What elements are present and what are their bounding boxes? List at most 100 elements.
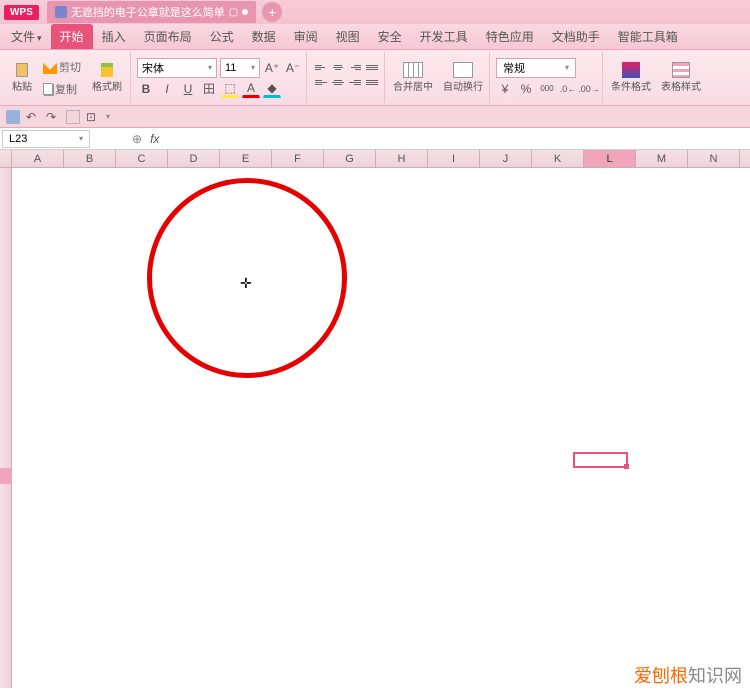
- underline-button[interactable]: U: [179, 80, 197, 98]
- align-group: [309, 52, 385, 103]
- qat-dropdown[interactable]: ▾: [106, 112, 110, 121]
- col-header-D[interactable]: D: [168, 150, 220, 167]
- wps-logo: WPS: [4, 5, 39, 20]
- merge-icon: [403, 62, 423, 78]
- selected-cell[interactable]: [573, 452, 628, 468]
- col-header-E[interactable]: E: [220, 150, 272, 167]
- fill-color-button[interactable]: ⬚: [221, 80, 239, 98]
- format-painter-button[interactable]: 格式刷: [88, 61, 126, 95]
- indent-increase[interactable]: [364, 78, 380, 92]
- col-header-F[interactable]: F: [272, 150, 324, 167]
- add-tab-button[interactable]: +: [262, 2, 282, 22]
- align-top-left[interactable]: [313, 63, 329, 77]
- percent-button[interactable]: %: [517, 80, 535, 98]
- increase-font-button[interactable]: A⁺: [263, 59, 281, 77]
- align-left[interactable]: [313, 78, 329, 92]
- col-header-I[interactable]: I: [428, 150, 480, 167]
- grid[interactable]: ✛: [12, 168, 750, 688]
- menu-security[interactable]: 安全: [369, 24, 411, 49]
- merge-center-button[interactable]: 合并居中: [391, 60, 435, 95]
- select-all-corner[interactable]: [0, 150, 12, 167]
- indent-decrease[interactable]: [364, 63, 380, 77]
- menu-file[interactable]: 文件▾: [2, 24, 51, 49]
- table-style-icon: [672, 62, 690, 78]
- align-right[interactable]: [347, 78, 363, 92]
- fx-label[interactable]: fx: [150, 132, 159, 146]
- menu-formula[interactable]: 公式: [201, 24, 243, 49]
- document-tab[interactable]: 无遮挡的电子公章就是这么简单 ▢: [47, 1, 256, 23]
- menu-page-layout[interactable]: 页面布局: [135, 24, 201, 49]
- menu-toolbox[interactable]: 智能工具箱: [609, 24, 687, 49]
- menu-data[interactable]: 数据: [243, 24, 285, 49]
- save-icon[interactable]: [6, 110, 20, 124]
- tab-comment-icon: ▢: [229, 7, 238, 18]
- menu-doc-helper[interactable]: 文档助手: [543, 24, 609, 49]
- wrap-icon: [453, 62, 473, 78]
- col-header-M[interactable]: M: [636, 150, 688, 167]
- brush-icon: [101, 63, 113, 77]
- name-box-dropdown[interactable]: ▾: [79, 134, 83, 143]
- preview-icon[interactable]: ⊡: [86, 110, 100, 124]
- menu-special[interactable]: 特色应用: [477, 24, 543, 49]
- col-header-C[interactable]: C: [116, 150, 168, 167]
- col-header-A[interactable]: A: [12, 150, 64, 167]
- align-top-center[interactable]: [330, 63, 346, 77]
- menu-dev[interactable]: 开发工具: [411, 24, 477, 49]
- menu-insert[interactable]: 插入: [93, 24, 135, 49]
- table-style-button[interactable]: 表格样式: [659, 60, 703, 95]
- styles-group: 条件格式 表格样式: [605, 52, 707, 103]
- menu-start[interactable]: 开始: [51, 24, 93, 49]
- border-button[interactable]: 田: [200, 80, 218, 98]
- align-top-right[interactable]: [347, 63, 363, 77]
- sheet-area: ABCDEFGHIJKLMN ✛: [0, 150, 750, 688]
- number-group: 常规▾ ¥ % 000 .0← .00→: [492, 52, 603, 103]
- formula-bar: L23 ▾ ⊕ fx: [0, 128, 750, 150]
- menu-bar: 文件▾ 开始 插入 页面布局 公式 数据 审阅 视图 安全 开发工具 特色应用 …: [0, 24, 750, 50]
- comma-button[interactable]: 000: [538, 80, 556, 98]
- column-headers: ABCDEFGHIJKLMN: [0, 150, 750, 168]
- quick-access-bar: ↶ ↷ ⊡ ▾: [0, 106, 750, 128]
- redo-icon[interactable]: ↷: [46, 110, 60, 124]
- col-header-B[interactable]: B: [64, 150, 116, 167]
- auto-wrap-button[interactable]: 自动换行: [441, 60, 485, 95]
- menu-review[interactable]: 审阅: [285, 24, 327, 49]
- copy-icon: [43, 83, 53, 95]
- font-size-select[interactable]: 11▾: [220, 58, 260, 78]
- increase-decimal-button[interactable]: .00→: [580, 80, 598, 98]
- font-color-button[interactable]: A: [242, 80, 260, 98]
- doc-title: 无遮挡的电子公章就是这么简单: [71, 4, 225, 20]
- cond-format-icon: [622, 62, 640, 78]
- menu-view[interactable]: 视图: [327, 24, 369, 49]
- currency-button[interactable]: ¥: [496, 80, 514, 98]
- col-header-L[interactable]: L: [584, 150, 636, 167]
- col-header-K[interactable]: K: [532, 150, 584, 167]
- name-box[interactable]: L23 ▾: [2, 130, 90, 148]
- decrease-font-button[interactable]: A⁻: [284, 59, 302, 77]
- bold-button[interactable]: B: [137, 80, 155, 98]
- col-header-G[interactable]: G: [324, 150, 376, 167]
- highlight-button[interactable]: ◆: [263, 80, 281, 98]
- clipboard-group: 粘贴 剪切 复制 格式刷: [4, 52, 131, 103]
- active-row-indicator: [0, 468, 12, 484]
- cut-button[interactable]: 剪切: [39, 57, 85, 77]
- undo-icon[interactable]: ↶: [26, 110, 40, 124]
- title-bar: WPS 无遮挡的电子公章就是这么简单 ▢ +: [0, 0, 750, 24]
- number-format-select[interactable]: 常规▾: [496, 58, 576, 78]
- cond-format-button[interactable]: 条件格式: [609, 60, 653, 95]
- print-icon[interactable]: [66, 110, 80, 124]
- font-group: 宋体▾ 11▾ A⁺ A⁻ B I U 田 ⬚ A ◆: [133, 52, 307, 103]
- doc-icon: [55, 6, 67, 18]
- col-header-N[interactable]: N: [688, 150, 740, 167]
- decrease-decimal-button[interactable]: .0←: [559, 80, 577, 98]
- watermark: 爱刨根知识网: [634, 662, 742, 688]
- col-header-H[interactable]: H: [376, 150, 428, 167]
- paste-button[interactable]: 粘贴: [8, 61, 36, 95]
- copy-button[interactable]: 复制: [39, 79, 85, 99]
- cut-icon: [43, 60, 57, 74]
- col-header-J[interactable]: J: [480, 150, 532, 167]
- align-center[interactable]: [330, 78, 346, 92]
- fx-search-icon[interactable]: ⊕: [132, 132, 142, 146]
- italic-button[interactable]: I: [158, 80, 176, 98]
- merge-group: 合并居中 自动换行: [387, 52, 490, 103]
- font-name-select[interactable]: 宋体▾: [137, 58, 217, 78]
